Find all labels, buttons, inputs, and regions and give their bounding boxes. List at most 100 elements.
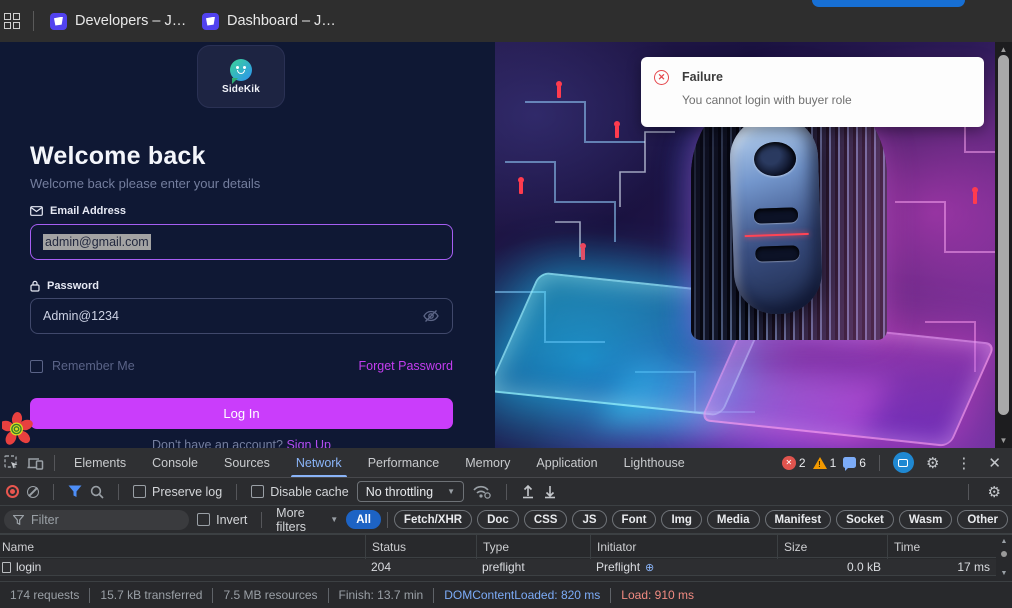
- filter-placeholder: Filter: [31, 513, 59, 527]
- toast-message: You cannot login with buyer role: [682, 93, 852, 107]
- devtools-tab-elements[interactable]: Elements: [61, 448, 139, 477]
- filter-chip-media[interactable]: Media: [707, 510, 760, 529]
- invert-checkbox[interactable]: [197, 513, 210, 526]
- throttling-dropdown[interactable]: No throttling▼: [357, 481, 464, 502]
- device-mode-button[interactable]: [893, 452, 914, 473]
- password-value: Admin@1234: [43, 309, 119, 323]
- tab-label: Dashboard – J…: [227, 13, 336, 29]
- table-scrollbar[interactable]: ▲ ▼: [996, 534, 1012, 581]
- table-row[interactable]: login 204 preflight Preflight⊕ 0.0 kB 17…: [0, 559, 996, 576]
- filter-chip-all[interactable]: All: [346, 510, 381, 529]
- disable-cache-control[interactable]: Disable cache: [251, 485, 349, 499]
- filter-chip-font[interactable]: Font: [612, 510, 657, 529]
- summary-requests: 174 requests: [0, 588, 90, 603]
- devtools-tab-bar: Elements Console Sources Network Perform…: [0, 448, 1012, 478]
- export-har-icon[interactable]: [543, 484, 557, 499]
- clear-network-log-icon[interactable]: [27, 486, 39, 498]
- devtools-tab-performance[interactable]: Performance: [355, 448, 453, 477]
- preserve-log-control[interactable]: Preserve log: [133, 485, 222, 499]
- envelope-icon: [30, 206, 43, 216]
- remember-me-label: Remember Me: [52, 359, 135, 373]
- devtools-status-badges: ✕2 !1 6 ⚙ ⋮ ✕: [782, 452, 1012, 473]
- flower-sticker-icon: [2, 412, 33, 446]
- devtools-tab-memory[interactable]: Memory: [452, 448, 523, 477]
- eye-slash-icon[interactable]: [422, 309, 440, 323]
- devtools-tab-lighthouse[interactable]: Lighthouse: [611, 448, 698, 477]
- filter-chip-manifest[interactable]: Manifest: [765, 510, 832, 529]
- login-panel: SideKik Welcome back Welcome back please…: [0, 42, 495, 448]
- request-time: 17 ms: [887, 560, 996, 574]
- filter-funnel-icon[interactable]: [68, 485, 82, 498]
- toast-title: Failure: [682, 70, 723, 84]
- inspect-element-icon[interactable]: [0, 455, 22, 470]
- search-icon[interactable]: [90, 485, 104, 499]
- devtools-tab-sources[interactable]: Sources: [211, 448, 283, 477]
- forgot-password-link[interactable]: Forget Password: [359, 359, 453, 373]
- tab-favicon-icon: [202, 13, 219, 30]
- settings-gear-icon[interactable]: ⚙: [921, 454, 944, 472]
- divider: [968, 484, 969, 500]
- filter-chip-fetch-xhr[interactable]: Fetch/XHR: [394, 510, 472, 529]
- browser-tab-developers[interactable]: Developers – J…: [50, 10, 186, 32]
- filter-chip-wasm[interactable]: Wasm: [899, 510, 952, 529]
- network-settings-gear-icon[interactable]: ⚙: [983, 483, 1006, 501]
- filter-chip-js[interactable]: JS: [572, 510, 606, 529]
- filter-chip-other[interactable]: Other: [957, 510, 1008, 529]
- password-field[interactable]: Admin@1234: [30, 298, 453, 334]
- column-header-time[interactable]: Time: [887, 535, 996, 559]
- login-button[interactable]: Log In: [30, 398, 453, 429]
- password-label: Password: [30, 280, 99, 292]
- summary-domcontentloaded: DOMContentLoaded: 820 ms: [434, 588, 611, 603]
- scroll-up-icon[interactable]: ▲: [996, 538, 1012, 545]
- failure-toast[interactable]: ✕ Failure You cannot login with buyer ro…: [641, 57, 984, 127]
- device-toolbar-icon[interactable]: [22, 456, 48, 470]
- scroll-down-icon[interactable]: ▼: [995, 436, 1012, 445]
- filter-chip-css[interactable]: CSS: [524, 510, 568, 529]
- divider: [33, 11, 34, 31]
- record-network-log-icon[interactable]: [6, 485, 19, 498]
- devtools-tab-console[interactable]: Console: [139, 448, 211, 477]
- email-field[interactable]: admin@gmail.com: [30, 224, 453, 260]
- more-filters-dropdown[interactable]: More filters▼: [276, 506, 338, 534]
- padlock-faceplate: [729, 115, 824, 316]
- issues-badge[interactable]: 6: [843, 456, 866, 470]
- initiator-link-icon[interactable]: ⊕: [645, 561, 654, 574]
- signup-link[interactable]: Sign Up: [286, 438, 330, 448]
- column-header-status[interactable]: Status: [365, 535, 476, 559]
- filter-chip-img[interactable]: Img: [661, 510, 701, 529]
- kebab-menu-icon[interactable]: ⋮: [951, 454, 976, 472]
- disable-cache-checkbox[interactable]: [251, 485, 264, 498]
- filter-input[interactable]: Filter: [4, 510, 189, 530]
- warnings-badge[interactable]: !1: [813, 456, 837, 470]
- column-header-initiator[interactable]: Initiator: [590, 535, 777, 559]
- summary-finish: Finish: 13.7 min: [329, 588, 435, 603]
- errors-badge[interactable]: ✕2: [782, 456, 806, 470]
- filter-funnel-icon: [13, 515, 24, 525]
- scroll-up-icon[interactable]: ▲: [995, 45, 1012, 54]
- network-conditions-wifi-icon[interactable]: [472, 484, 492, 499]
- scroll-down-icon[interactable]: ▼: [996, 570, 1012, 577]
- lock-icon: [30, 280, 40, 292]
- column-header-size[interactable]: Size: [777, 535, 887, 559]
- preserve-log-checkbox[interactable]: [133, 485, 146, 498]
- column-header-name[interactable]: Name: [0, 535, 365, 559]
- remember-me-checkbox[interactable]: [30, 360, 43, 373]
- close-devtools-icon[interactable]: ✕: [983, 454, 1006, 472]
- page-scrollbar[interactable]: ▲ ▼: [995, 42, 1012, 448]
- filter-chip-doc[interactable]: Doc: [477, 510, 519, 529]
- workspaces-grid-icon[interactable]: [4, 13, 20, 29]
- invert-control[interactable]: Invert: [197, 513, 247, 527]
- divider: [387, 512, 388, 528]
- column-header-type[interactable]: Type: [476, 535, 590, 559]
- scrollbar-thumb[interactable]: [1001, 551, 1007, 557]
- devtools-tab-application[interactable]: Application: [523, 448, 610, 477]
- filter-chip-socket[interactable]: Socket: [836, 510, 894, 529]
- warning-icon: !: [813, 457, 827, 469]
- tab-favicon-icon: [50, 13, 67, 30]
- devtools-tab-network[interactable]: Network: [283, 448, 355, 477]
- brand-card: SideKik: [197, 45, 285, 108]
- import-har-icon[interactable]: [521, 484, 535, 499]
- scrollbar-thumb[interactable]: [998, 55, 1009, 415]
- browser-tab-dashboard[interactable]: Dashboard – J…: [202, 10, 336, 32]
- divider: [261, 512, 262, 528]
